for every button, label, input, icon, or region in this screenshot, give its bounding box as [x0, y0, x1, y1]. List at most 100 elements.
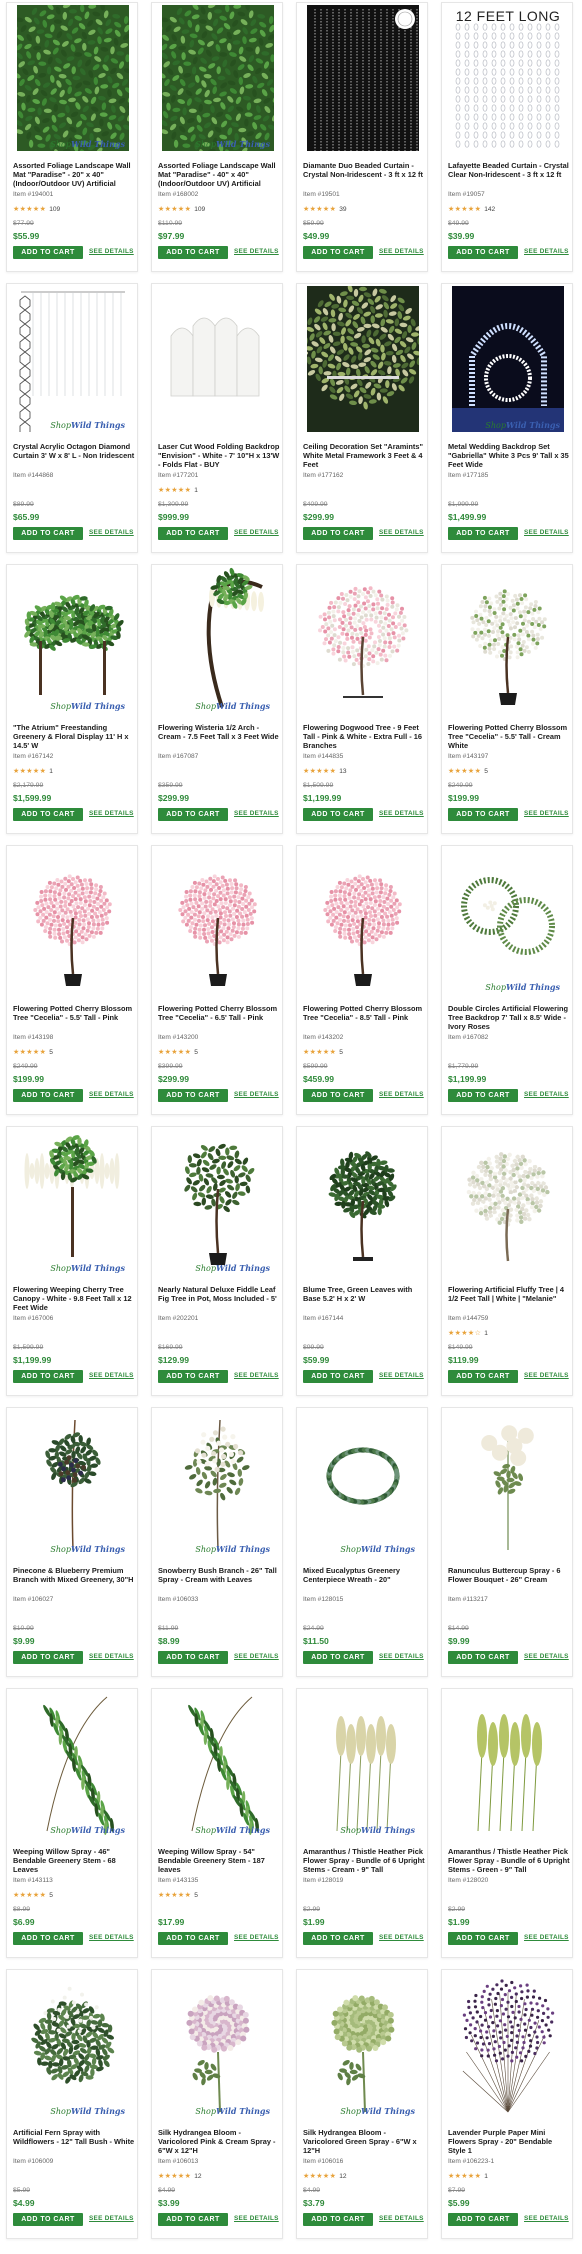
product-title[interactable]: Flowering Potted Cherry Blossom Tree "Ce…	[158, 1004, 280, 1031]
add-to-cart-button[interactable]: ADD TO CART	[448, 1370, 518, 1383]
product-card[interactable]: Ranunculus Buttercup Spray - 6 Flower Bo…	[441, 1407, 573, 1677]
see-details-link[interactable]: SEE DETAILS	[234, 248, 279, 255]
product-title[interactable]: Flowering Potted Cherry Blossom Tree "Ce…	[448, 723, 570, 750]
product-image[interactable]: ShopWild Things	[162, 5, 274, 151]
product-image[interactable]: ShopWild Things	[17, 567, 129, 713]
see-details-link[interactable]: SEE DETAILS	[89, 1372, 134, 1379]
see-details-link[interactable]: SEE DETAILS	[89, 2215, 134, 2222]
product-card[interactable]: ShopWild Things "The Atrium" Freestanding…	[6, 564, 138, 834]
product-card[interactable]: Amaranthus / Thistle Heather Pick Flower…	[441, 1688, 573, 1958]
product-title[interactable]: Flowering Weeping Cherry Tree Canopy - W…	[13, 1285, 135, 1312]
star-rating[interactable]: ★★★★★ 39	[303, 205, 347, 214]
product-title[interactable]: Metal Wedding Backdrop Set "Gabriella" W…	[448, 442, 570, 469]
product-title[interactable]: Nearly Natural Deluxe Fiddle Leaf Fig Tr…	[158, 1285, 280, 1312]
product-image[interactable]: ShopWild Things	[162, 1410, 274, 1556]
see-details-link[interactable]: SEE DETAILS	[234, 529, 279, 536]
product-card[interactable]: Blume Tree, Green Leaves with Base 5.2' …	[296, 1126, 428, 1396]
product-card[interactable]: ShopWild Things Crystal Acrylic Octagon D…	[6, 283, 138, 553]
add-to-cart-button[interactable]: ADD TO CART	[158, 1370, 228, 1383]
product-card[interactable]: Laser Cut Wood Folding Backdrop "Envisio…	[151, 283, 283, 553]
see-details-link[interactable]: SEE DETAILS	[379, 529, 424, 536]
product-title[interactable]: Ceiling Decoration Set "Aramints" White …	[303, 442, 425, 469]
see-details-link[interactable]: SEE DETAILS	[524, 248, 569, 255]
product-title[interactable]: Lafayette Beaded Curtain - Crystal Clear…	[448, 161, 570, 188]
see-details-link[interactable]: SEE DETAILS	[379, 1653, 424, 1660]
see-details-link[interactable]: SEE DETAILS	[234, 1653, 279, 1660]
see-details-link[interactable]: SEE DETAILS	[234, 1372, 279, 1379]
add-to-cart-button[interactable]: ADD TO CART	[158, 808, 228, 821]
product-card[interactable]: Flowering Potted Cherry Blossom Tree "Ce…	[6, 845, 138, 1115]
product-card[interactable]: ShopWild Things Weeping Willow Spray - 54…	[151, 1688, 283, 1958]
product-title[interactable]: Double Circles Artificial Flowering Tree…	[448, 1004, 570, 1031]
add-to-cart-button[interactable]: ADD TO CART	[303, 527, 373, 540]
product-title[interactable]: Laser Cut Wood Folding Backdrop "Envisio…	[158, 442, 280, 469]
see-details-link[interactable]: SEE DETAILS	[524, 1653, 569, 1660]
see-details-link[interactable]: SEE DETAILS	[524, 1934, 569, 1941]
add-to-cart-button[interactable]: ADD TO CART	[158, 1932, 228, 1945]
star-rating[interactable]: ★★★★★ 12	[303, 2172, 347, 2181]
star-rating[interactable]: ★★★★★ 5	[158, 1891, 198, 1900]
product-title[interactable]: Flowering Artificial Fluffy Tree | 4 1/2…	[448, 1285, 570, 1312]
star-rating[interactable]: ★★★★★ 1	[448, 2172, 488, 2181]
product-image[interactable]: ShopWild Things	[17, 1410, 129, 1556]
star-rating[interactable]: ★★★★☆ 1	[448, 1329, 488, 1338]
product-title[interactable]: Lavender Purple Paper Mini Flowers Spray…	[448, 2128, 570, 2155]
see-details-link[interactable]: SEE DETAILS	[89, 1653, 134, 1660]
product-image[interactable]	[452, 1691, 564, 1837]
product-image[interactable]: ShopWild Things	[17, 1129, 129, 1275]
product-image[interactable]: ShopWild Things	[162, 1691, 274, 1837]
product-title[interactable]: Crystal Acrylic Octagon Diamond Curtain …	[13, 442, 135, 469]
product-card[interactable]: ShopWild Things Snowberry Bush Branch - 2…	[151, 1407, 283, 1677]
product-image[interactable]: ShopWild Things	[307, 1972, 419, 2118]
star-rating[interactable]: ★★★★★ 109	[158, 205, 205, 214]
see-details-link[interactable]: SEE DETAILS	[89, 1934, 134, 1941]
product-card[interactable]: ShopWild Things Silk Hydrangea Bloom - Va…	[296, 1969, 428, 2239]
product-card[interactable]: ShopWild Things Pinecone & Blueberry Prem…	[6, 1407, 138, 1677]
product-image[interactable]	[307, 848, 419, 994]
product-title[interactable]: Diamante Duo Beaded Curtain - Crystal No…	[303, 161, 425, 188]
product-title[interactable]: Silk Hydrangea Bloom - Varicolored Green…	[303, 2128, 425, 2155]
star-rating[interactable]: ★★★★★ 5	[13, 1891, 53, 1900]
product-card[interactable]: ShopWild Things Metal Wedding Backdrop Se…	[441, 283, 573, 553]
add-to-cart-button[interactable]: ADD TO CART	[158, 2213, 228, 2226]
product-title[interactable]: Blume Tree, Green Leaves with Base 5.2' …	[303, 1285, 425, 1312]
product-card[interactable]: 12 FEET LONG Lafayette Beaded Curtain - C…	[441, 2, 573, 272]
see-details-link[interactable]: SEE DETAILS	[379, 1372, 424, 1379]
product-image[interactable]	[452, 567, 564, 713]
product-image[interactable]: ShopWild Things	[307, 1691, 419, 1837]
add-to-cart-button[interactable]: ADD TO CART	[158, 246, 228, 259]
product-card[interactable]: ShopWild Things Silk Hydrangea Bloom - Va…	[151, 1969, 283, 2239]
star-rating[interactable]: ★★★★★ 5	[303, 1048, 343, 1057]
add-to-cart-button[interactable]: ADD TO CART	[13, 808, 83, 821]
add-to-cart-button[interactable]: ADD TO CART	[303, 1651, 373, 1664]
see-details-link[interactable]: SEE DETAILS	[524, 529, 569, 536]
product-card[interactable]: Ceiling Decoration Set "Aramints" White …	[296, 283, 428, 553]
product-image[interactable]: ShopWild Things	[17, 1691, 129, 1837]
product-image[interactable]: ShopWild Things	[17, 5, 129, 151]
add-to-cart-button[interactable]: ADD TO CART	[13, 2213, 83, 2226]
see-details-link[interactable]: SEE DETAILS	[89, 529, 134, 536]
product-card[interactable]: Flowering Potted Cherry Blossom Tree "Ce…	[441, 564, 573, 834]
add-to-cart-button[interactable]: ADD TO CART	[448, 808, 518, 821]
product-title[interactable]: "The Atrium" Freestanding Greenery & Flo…	[13, 723, 135, 750]
product-image[interactable]: ShopWild Things	[162, 567, 274, 713]
star-rating[interactable]: ★★★★★ 5	[13, 1048, 53, 1057]
see-details-link[interactable]: SEE DETAILS	[234, 1934, 279, 1941]
product-card[interactable]: Flowering Potted Cherry Blossom Tree "Ce…	[151, 845, 283, 1115]
see-details-link[interactable]: SEE DETAILS	[379, 2215, 424, 2222]
add-to-cart-button[interactable]: ADD TO CART	[303, 1089, 373, 1102]
product-image[interactable]	[307, 5, 419, 151]
add-to-cart-button[interactable]: ADD TO CART	[448, 2213, 518, 2226]
product-image[interactable]: ShopWild Things	[452, 848, 564, 994]
add-to-cart-button[interactable]: ADD TO CART	[303, 2213, 373, 2226]
star-rating[interactable]: ★★★★★ 13	[303, 767, 347, 776]
product-image[interactable]: ShopWild Things	[162, 1129, 274, 1275]
star-rating[interactable]: ★★★★★ 142	[448, 205, 495, 214]
see-details-link[interactable]: SEE DETAILS	[379, 1934, 424, 1941]
see-details-link[interactable]: SEE DETAILS	[89, 1091, 134, 1098]
product-card[interactable]: Lavender Purple Paper Mini Flowers Spray…	[441, 1969, 573, 2239]
add-to-cart-button[interactable]: ADD TO CART	[13, 246, 83, 259]
product-card[interactable]: ShopWild Things Nearly Natural Deluxe Fid…	[151, 1126, 283, 1396]
star-rating[interactable]: ★★★★★ 12	[158, 2172, 202, 2181]
product-image[interactable]	[307, 286, 419, 432]
